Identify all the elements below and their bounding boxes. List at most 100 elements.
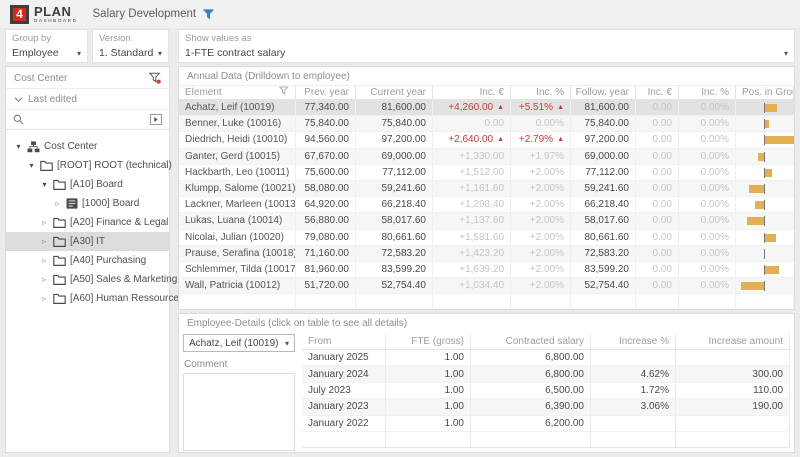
- cell-element: Lukas, Luana (10014): [179, 213, 296, 228]
- details-column-header[interactable]: Contracted salary: [471, 334, 591, 349]
- cell-prev-year: 77,340.00: [296, 100, 356, 115]
- annual-column-header[interactable]: Prev. year: [296, 86, 356, 99]
- annual-row-8[interactable]: Lukas, Luana (10014)56,880.0058,017.60+1…: [179, 213, 794, 229]
- tree-item-label: [A40] Purchasing: [70, 255, 146, 266]
- annual-row-11[interactable]: Schlemmer, Tilda (10017)81,960.0083,599.…: [179, 262, 794, 278]
- details-cell-increase-pct: 1.72%: [591, 383, 676, 398]
- version-select[interactable]: 1. Standard ▾: [99, 47, 162, 59]
- details-cell-increase-amount: [676, 416, 790, 431]
- annual-row-10[interactable]: Prause, Serafina (10018)71,160.0072,583.…: [179, 246, 794, 262]
- annual-column-header[interactable]: Current year: [356, 86, 433, 99]
- annual-column-header[interactable]: Inc. €: [433, 86, 511, 99]
- tree-collapse-icon[interactable]: ▹: [40, 294, 49, 303]
- tree-collapse-icon[interactable]: ▹: [40, 275, 49, 284]
- cell-current-year: 59,241.60: [356, 181, 433, 196]
- chevron-down-icon[interactable]: ▾: [285, 339, 289, 348]
- details-row-4[interactable]: January 20231.006,390.003.06%190.00: [302, 399, 790, 415]
- empty-cell: [676, 432, 790, 447]
- tree-collapse-icon[interactable]: ▹: [40, 256, 49, 265]
- annual-column-header[interactable]: Inc. %: [511, 86, 571, 99]
- version-panel: Version 1. Standard ▾: [92, 29, 169, 63]
- tree-expand-icon[interactable]: ▾: [27, 161, 36, 170]
- group-by-panel: Group by Employee ▾: [5, 29, 88, 63]
- report-filter-icon[interactable]: [202, 8, 215, 21]
- cell-inc-pct-follow: 0.00%: [679, 213, 736, 228]
- group-by-select[interactable]: Employee ▾: [12, 47, 81, 59]
- cell-element: Nicolai, Julian (10020): [179, 230, 296, 245]
- cell-follow-year: 77,112.00: [571, 165, 636, 180]
- tree-item--a20-finance-legal[interactable]: ▹[A20] Finance & Legal: [6, 213, 169, 232]
- tree-item--a30-it[interactable]: ▹[A30] IT: [6, 232, 169, 251]
- cell-element: Achatz, Leif (10019): [179, 100, 296, 115]
- tree-item--a60-human-ressources[interactable]: ▹[A60] Human Ressources: [6, 289, 169, 308]
- empty-cell: [679, 294, 736, 309]
- annual-row-12[interactable]: Wall, Patricia (10012)51,720.0052,754.40…: [179, 278, 794, 294]
- logo-subtext: DASHBOARD: [34, 19, 78, 24]
- cell-inc-eur-follow: 0.00: [636, 116, 679, 131]
- cell-inc-pct: +2.00%: [511, 181, 571, 196]
- tree-item--a40-purchasing[interactable]: ▹ [A40] Purchasing: [6, 251, 169, 270]
- median-line: [764, 249, 765, 259]
- cell-current-year: 69,000.00: [356, 149, 433, 164]
- empty-cell: [302, 432, 386, 447]
- cell-inc-pct-follow: 0.00%: [679, 165, 736, 180]
- details-cell-fte: 1.00: [386, 383, 471, 398]
- details-row-5[interactable]: January 20221.006,200.00: [302, 416, 790, 432]
- tree-item--root-root-technical-[interactable]: ▾ [ROOT] ROOT (technical): [6, 156, 169, 175]
- annual-row-3[interactable]: Diedrich, Heidi (10010)94,560.0097,200.0…: [179, 132, 794, 148]
- annual-row-7[interactable]: Lackner, Marleen (10013)64,920.0066,218.…: [179, 197, 794, 213]
- folder-icon: [53, 217, 66, 228]
- details-row-1[interactable]: January 20251.006,800.00: [302, 350, 790, 366]
- details-column-header[interactable]: FTE (gross): [386, 334, 471, 349]
- details-row-3[interactable]: July 20231.006,500.001.72%110.00: [302, 383, 790, 399]
- annual-column-header[interactable]: Pos. in Group: [736, 86, 794, 99]
- cell-inc-eur-follow: 0.00: [636, 132, 679, 147]
- cell-element: Prause, Serafina (10018): [179, 246, 296, 261]
- tree-collapse-icon[interactable]: ▹: [40, 237, 49, 246]
- annual-column-header[interactable]: Element: [179, 86, 296, 99]
- annual-column-header[interactable]: Follow. year: [571, 86, 636, 99]
- element-filter-icon[interactable]: [279, 86, 289, 99]
- cell-current-year: 52,754.40: [356, 278, 433, 293]
- cost-center-filter-icon[interactable]: [149, 72, 161, 84]
- annual-row-2[interactable]: Benner, Luke (10016)75,840.0075,840.000.…: [179, 116, 794, 132]
- details-row-2[interactable]: January 20241.006,800.004.62%300.00: [302, 366, 790, 382]
- tree-collapse-icon[interactable]: ▹: [53, 199, 62, 208]
- cost-center-tree: ▾Cost Center▾[ROOT] ROOT (technical)▾[A1…: [6, 130, 169, 452]
- details-cell-from: January 2022: [302, 416, 386, 431]
- annual-row-4[interactable]: Ganter, Gerd (10015)67,670.0069,000.00+1…: [179, 149, 794, 165]
- chevron-down-icon[interactable]: ▾: [77, 49, 81, 58]
- logo-icon: 4: [10, 5, 29, 24]
- annual-column-header[interactable]: Inc. %: [679, 86, 736, 99]
- chevron-down-icon[interactable]: ▾: [784, 49, 788, 58]
- tree-item-cost-center[interactable]: ▾Cost Center: [6, 137, 169, 156]
- annual-row-1[interactable]: Achatz, Leif (10019)77,340.0081,600.00+4…: [179, 100, 794, 116]
- version-value: 1. Standard: [99, 47, 153, 59]
- comment-input[interactable]: [183, 373, 295, 451]
- tree-expand-icon[interactable]: ▾: [14, 142, 23, 151]
- tree-collapse-icon[interactable]: ▹: [40, 218, 49, 227]
- sort-selector[interactable]: Last edited: [6, 89, 169, 110]
- annual-column-header[interactable]: Inc. €: [636, 86, 679, 99]
- tree-expand-icon[interactable]: ▾: [40, 180, 49, 189]
- tree-item--a50-sales-marketing[interactable]: ▹[A50] Sales & Marketing: [6, 270, 169, 289]
- details-column-header[interactable]: Increase %: [591, 334, 676, 349]
- cell-inc-pct: +2.00%: [511, 246, 571, 261]
- tree-item--a10-board[interactable]: ▾[A10] Board: [6, 175, 169, 194]
- details-column-header[interactable]: Increase amount: [676, 334, 790, 349]
- search-input[interactable]: [28, 114, 146, 125]
- details-column-header[interactable]: From: [302, 334, 386, 349]
- tree-item-label: [ROOT] ROOT (technical): [57, 160, 172, 171]
- search-go-icon[interactable]: [150, 114, 162, 125]
- tree-item--1000-board[interactable]: ▹[1000] Board: [6, 194, 169, 213]
- annual-row-5[interactable]: Hackbarth, Leo (10011)75,600.0077,112.00…: [179, 165, 794, 181]
- show-values-select[interactable]: 1-FTE contract salary ▾: [185, 47, 788, 59]
- annual-row-9[interactable]: Nicolai, Julian (10020)79,080.0080,661.6…: [179, 230, 794, 246]
- cell-follow-year: 75,840.00: [571, 116, 636, 131]
- cell-inc-pct: +2.00%: [511, 197, 571, 212]
- cell-current-year: 97,200.00: [356, 132, 433, 147]
- employee-select[interactable]: Achatz, Leif (10019) ▾: [183, 334, 295, 352]
- details-cell-increase-pct: 3.06%: [591, 399, 676, 414]
- chevron-down-icon[interactable]: ▾: [158, 49, 162, 58]
- annual-row-6[interactable]: Klumpp, Salome (10021)58,080.0059,241.60…: [179, 181, 794, 197]
